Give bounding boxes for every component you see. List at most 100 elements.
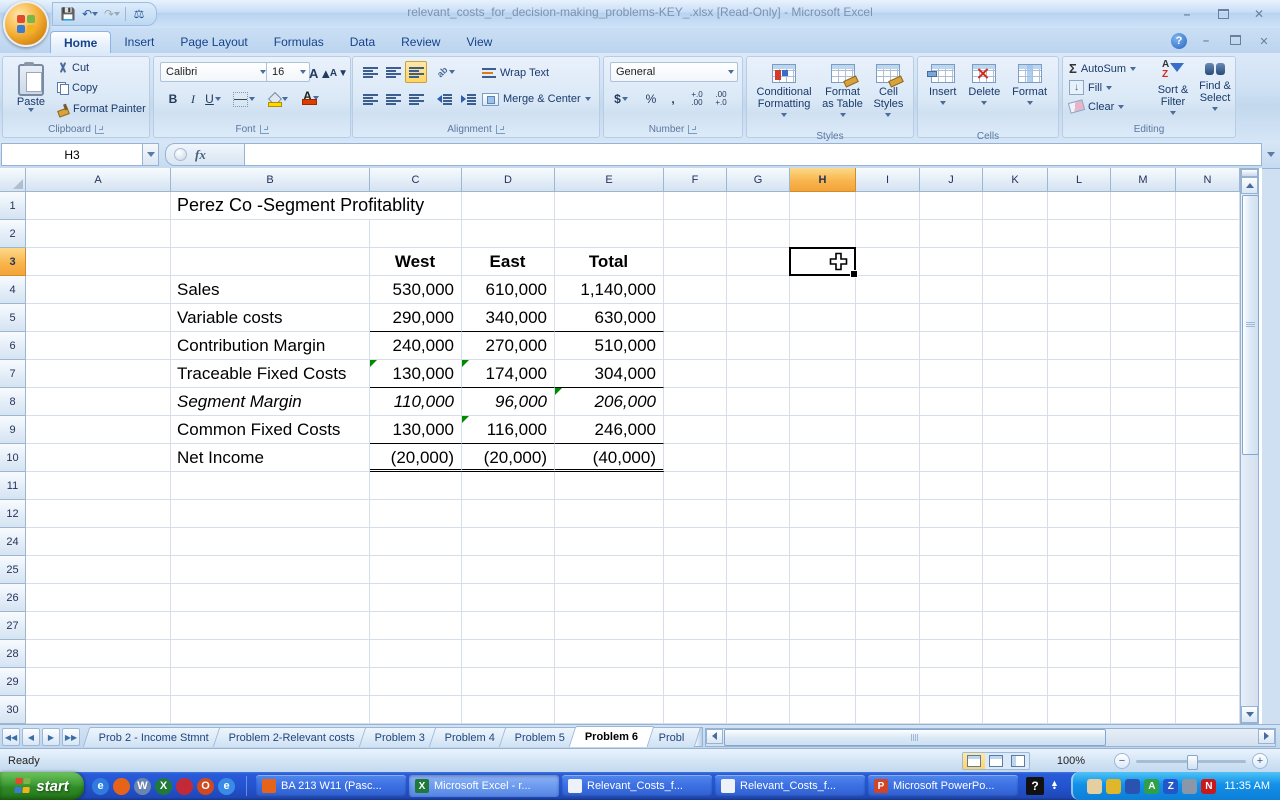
cell-F26[interactable]	[664, 584, 727, 612]
cell-M3[interactable]	[1111, 248, 1176, 276]
cell-J1[interactable]	[920, 192, 983, 220]
cell-I27[interactable]	[856, 612, 920, 640]
row-header-10[interactable]: 10	[0, 444, 26, 472]
cell-C25[interactable]	[370, 556, 462, 584]
cell-D3[interactable]: East	[462, 248, 555, 276]
cell-L1[interactable]	[1048, 192, 1111, 220]
number-dialog-launcher[interactable]	[688, 125, 697, 134]
cell-A26[interactable]	[26, 584, 171, 612]
row-header-11[interactable]: 11	[0, 472, 26, 500]
select-all-corner[interactable]	[0, 168, 26, 192]
cell-K3[interactable]	[983, 248, 1048, 276]
cell-D30[interactable]	[462, 696, 555, 724]
copy-button[interactable]: Copy	[57, 79, 98, 97]
horizontal-scrollbar[interactable]	[705, 728, 1276, 747]
col-header-K[interactable]: K	[983, 168, 1048, 192]
cell-D25[interactable]	[462, 556, 555, 584]
z-app-icon[interactable]: Z	[1163, 779, 1178, 794]
green-a-icon[interactable]: A	[1144, 779, 1159, 794]
sheet-tab-problem-2-relevant-costs[interactable]: Problem 2-Relevant costs	[213, 727, 371, 747]
shrink-font-button[interactable]: A▼	[328, 62, 350, 84]
cell-E1[interactable]	[555, 192, 664, 220]
middle-align-button[interactable]	[382, 61, 404, 83]
messenger-icon[interactable]	[1087, 779, 1102, 794]
cell-L10[interactable]	[1048, 444, 1111, 472]
sort-filter-button[interactable]: AZ Sort & Filter	[1151, 54, 1195, 128]
cell-C4[interactable]: 530,000	[370, 276, 462, 304]
cell-K8[interactable]	[983, 388, 1048, 416]
row-header-7[interactable]: 7	[0, 360, 26, 388]
scroll-left-button[interactable]	[706, 729, 723, 744]
cell-C3[interactable]: West	[370, 248, 462, 276]
cell-L3[interactable]	[1048, 248, 1111, 276]
cell-L30[interactable]	[1048, 696, 1111, 724]
cell-C26[interactable]	[370, 584, 462, 612]
cell-M8[interactable]	[1111, 388, 1176, 416]
cell-K12[interactable]	[983, 500, 1048, 528]
align-left-button[interactable]	[359, 88, 381, 110]
align-center-button[interactable]	[382, 88, 404, 110]
cell-E28[interactable]	[555, 640, 664, 668]
cell-H27[interactable]	[790, 612, 856, 640]
cell-A2[interactable]	[26, 220, 171, 248]
row-header-3[interactable]: 3	[0, 248, 26, 276]
cell-J7[interactable]	[920, 360, 983, 388]
tab-formulas[interactable]: Formulas	[261, 31, 337, 53]
cell-I29[interactable]	[856, 668, 920, 696]
cell-K5[interactable]	[983, 304, 1048, 332]
cell-F10[interactable]	[664, 444, 727, 472]
cell-M29[interactable]	[1111, 668, 1176, 696]
cell-A4[interactable]	[26, 276, 171, 304]
fill-handle[interactable]	[850, 270, 858, 278]
autosum-button[interactable]: Σ AutoSum	[1069, 60, 1136, 77]
cell-D26[interactable]	[462, 584, 555, 612]
cell-J26[interactable]	[920, 584, 983, 612]
font-color-button[interactable]: A	[300, 87, 322, 109]
cell-C10[interactable]: (20,000)	[370, 444, 462, 472]
cell-C12[interactable]	[370, 500, 462, 528]
italic-button[interactable]: I	[182, 88, 204, 110]
cell-F8[interactable]	[664, 388, 727, 416]
cell-H1[interactable]	[790, 192, 856, 220]
cell-B6[interactable]: Contribution Margin	[171, 332, 370, 360]
cell-G5[interactable]	[727, 304, 790, 332]
tab-data[interactable]: Data	[337, 31, 388, 53]
cell-G12[interactable]	[727, 500, 790, 528]
cell-F5[interactable]	[664, 304, 727, 332]
format-cells-button[interactable]: Format	[1011, 57, 1048, 131]
cell-H29[interactable]	[790, 668, 856, 696]
cell-L7[interactable]	[1048, 360, 1111, 388]
expand-formula-bar-button[interactable]	[1262, 152, 1280, 157]
cell-N4[interactable]	[1176, 276, 1240, 304]
cell-L5[interactable]	[1048, 304, 1111, 332]
cell-C5[interactable]: 290,000	[370, 304, 462, 332]
tab-insert[interactable]: Insert	[111, 31, 167, 53]
cell-B27[interactable]	[171, 612, 370, 640]
cell-N7[interactable]	[1176, 360, 1240, 388]
cell-D5[interactable]: 340,000	[462, 304, 555, 332]
percent-style-button[interactable]: %	[640, 88, 662, 110]
cell-M28[interactable]	[1111, 640, 1176, 668]
number-format-combo[interactable]: General	[610, 62, 738, 82]
cell-J2[interactable]	[920, 220, 983, 248]
cell-G3[interactable]	[727, 248, 790, 276]
cell-E27[interactable]	[555, 612, 664, 640]
cell-F29[interactable]	[664, 668, 727, 696]
page-break-view-button[interactable]	[1007, 753, 1029, 769]
cell-K30[interactable]	[983, 696, 1048, 724]
cell-H9[interactable]	[790, 416, 856, 444]
row-header-27[interactable]: 27	[0, 612, 26, 640]
vertical-split-handle[interactable]	[1241, 169, 1258, 177]
cell-N11[interactable]	[1176, 472, 1240, 500]
row-header-6[interactable]: 6	[0, 332, 26, 360]
cell-E10[interactable]: (40,000)	[555, 444, 664, 472]
cell-H25[interactable]	[790, 556, 856, 584]
cell-A24[interactable]	[26, 528, 171, 556]
cell-M2[interactable]	[1111, 220, 1176, 248]
col-header-C[interactable]: C	[370, 168, 462, 192]
row-header-26[interactable]: 26	[0, 584, 26, 612]
cell-F4[interactable]	[664, 276, 727, 304]
minimize-window-button[interactable]: –	[1174, 6, 1200, 21]
cell-N27[interactable]	[1176, 612, 1240, 640]
cell-I24[interactable]	[856, 528, 920, 556]
